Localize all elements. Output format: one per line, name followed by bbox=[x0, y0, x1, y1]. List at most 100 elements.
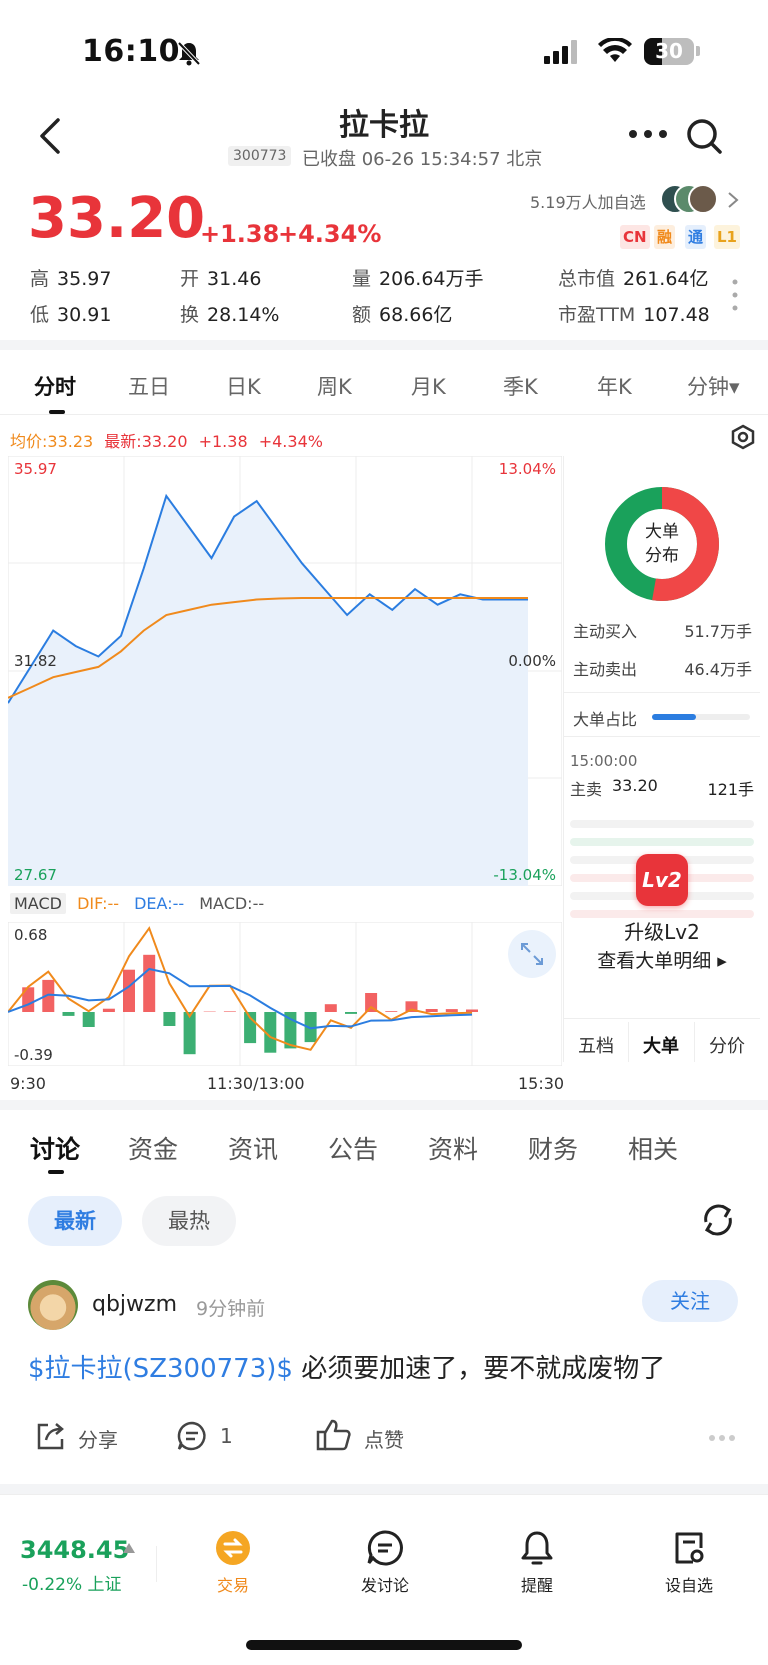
share-label[interactable]: 分享 bbox=[78, 1424, 118, 1453]
stat-pe: 市盈TTM 107.48 bbox=[558, 304, 710, 326]
x-axis-mid: 11:30/13:00 bbox=[207, 1074, 305, 1093]
macd-bar bbox=[102, 1008, 115, 1012]
battery-level: 30 bbox=[655, 39, 683, 63]
price-change: +1.38 bbox=[200, 220, 280, 248]
tab-weekly[interactable]: 周K bbox=[317, 371, 352, 401]
index-value[interactable]: 3448.45 bbox=[20, 1536, 129, 1564]
nav-trade[interactable]: 交易 bbox=[178, 1530, 288, 1596]
macd-bar bbox=[163, 1012, 176, 1026]
fullscreen-button[interactable] bbox=[508, 930, 556, 978]
expand-dots-icon[interactable] bbox=[730, 278, 740, 312]
stock-mention-link[interactable]: $拉卡拉(SZ300773)$ bbox=[28, 1354, 293, 1384]
tab-profile[interactable]: 资料 bbox=[428, 1130, 478, 1166]
macd-chart[interactable] bbox=[8, 922, 562, 1066]
followers-count[interactable]: 5.19万人加自选 bbox=[530, 189, 646, 213]
macd-tag: MACD bbox=[10, 893, 66, 914]
upgrade-title[interactable]: 升级Lv2 bbox=[564, 916, 760, 945]
macd-bar bbox=[445, 1009, 458, 1012]
x-axis-end: 15:30 bbox=[518, 1074, 565, 1093]
comment-count[interactable]: 1 bbox=[220, 1424, 233, 1448]
trade-icon bbox=[216, 1531, 250, 1565]
divider bbox=[564, 1018, 760, 1019]
tab-quarterly[interactable]: 季K bbox=[503, 371, 538, 401]
tag-connect: 通 bbox=[685, 225, 707, 249]
stat-low: 低 30.91 bbox=[30, 304, 112, 326]
follower-avatars[interactable] bbox=[660, 184, 718, 214]
macd-bar bbox=[324, 1004, 337, 1012]
stat-amount: 额 68.66亿 bbox=[352, 304, 453, 326]
tab-financials[interactable]: 财务 bbox=[528, 1130, 578, 1166]
wifi-icon bbox=[598, 38, 632, 62]
index-change[interactable]: -0.22% 上证 bbox=[22, 1570, 122, 1595]
tab-discussion[interactable]: 讨论 bbox=[30, 1130, 80, 1166]
filter-hot[interactable]: 最热 bbox=[142, 1196, 236, 1246]
nav-watchlist[interactable]: 设自选 bbox=[634, 1530, 744, 1596]
refresh-icon[interactable] bbox=[698, 1200, 738, 1240]
tab-price-dist[interactable]: 分价 bbox=[694, 1032, 760, 1058]
nav-alert[interactable]: 提醒 bbox=[482, 1530, 592, 1596]
divider bbox=[0, 414, 768, 415]
macd-dif: DIF:-- bbox=[77, 894, 119, 913]
tab-intraday[interactable]: 分时 bbox=[34, 371, 76, 401]
macd-bar bbox=[123, 969, 135, 1012]
battery-tip bbox=[696, 46, 700, 56]
tab-related[interactable]: 相关 bbox=[628, 1130, 678, 1166]
price-change-pct: +4.34% bbox=[278, 220, 382, 248]
divider bbox=[0, 1484, 768, 1494]
legend-latest: 最新:33.20 bbox=[104, 432, 188, 451]
macd-axis-top: 0.68 bbox=[14, 926, 48, 944]
stat-turnover: 换 28.14% bbox=[180, 304, 280, 326]
tag-margin: 融 bbox=[654, 225, 676, 249]
macd-value: MACD:-- bbox=[199, 894, 265, 913]
share-icon[interactable] bbox=[34, 1420, 66, 1452]
pct-axis-top: 13.04% bbox=[498, 460, 556, 478]
more-icon[interactable] bbox=[628, 128, 668, 140]
divider bbox=[564, 692, 760, 693]
tab-minute[interactable]: 分钟▾ bbox=[687, 371, 740, 401]
tab-yearly[interactable]: 年K bbox=[597, 371, 632, 401]
macd-bar bbox=[466, 1009, 478, 1012]
post-icon bbox=[367, 1530, 403, 1566]
bell-icon bbox=[521, 1531, 553, 1565]
tab-monthly[interactable]: 月K bbox=[411, 371, 446, 401]
legend-change: +1.38 bbox=[198, 432, 248, 451]
macd-bar bbox=[223, 1011, 236, 1012]
search-icon[interactable] bbox=[684, 116, 724, 156]
stat-volume: 量 206.64万手 bbox=[352, 268, 484, 290]
upgrade-link[interactable]: 查看大单明细 ▸ bbox=[564, 946, 760, 973]
divider bbox=[0, 1100, 768, 1110]
tab-5day[interactable]: 五日 bbox=[128, 371, 170, 401]
sell-label: 主动卖出 bbox=[573, 660, 638, 679]
post-content[interactable]: $拉卡拉(SZ300773)$ 必须要加速了，要不就成废物了 bbox=[28, 1348, 665, 1385]
post-username[interactable]: qbjwzm bbox=[92, 1292, 177, 1317]
intraday-chart[interactable] bbox=[8, 456, 562, 886]
home-indicator bbox=[246, 1640, 522, 1650]
buy-value: 51.7万手 bbox=[684, 622, 752, 641]
follower-avatar bbox=[688, 184, 718, 214]
tab-daily[interactable]: 日K bbox=[226, 371, 261, 401]
tab-news[interactable]: 资讯 bbox=[228, 1130, 278, 1166]
thumbs-up-icon[interactable] bbox=[316, 1418, 352, 1452]
filter-latest[interactable]: 最新 bbox=[28, 1196, 122, 1246]
stat-high: 高 35.97 bbox=[30, 268, 112, 290]
y-axis-bottom: 27.67 bbox=[14, 866, 57, 884]
avatar[interactable] bbox=[28, 1280, 78, 1330]
comment-icon[interactable] bbox=[176, 1420, 208, 1452]
post-more-icon[interactable] bbox=[708, 1434, 736, 1442]
tab-announcements[interactable]: 公告 bbox=[328, 1130, 378, 1166]
lv2-badge[interactable]: Lv2 bbox=[636, 854, 688, 906]
chevron-right-icon[interactable] bbox=[726, 190, 740, 210]
stat-open: 开 31.46 bbox=[180, 268, 262, 290]
trade-side: 主卖 bbox=[570, 780, 603, 799]
follow-button[interactable]: 关注 bbox=[642, 1280, 738, 1322]
tab-order-book[interactable]: 五档 bbox=[564, 1032, 628, 1058]
chart-legend: 均价:33.23 最新:33.20 +1.38 +4.34% bbox=[10, 428, 323, 452]
tab-big-orders[interactable]: 大单 bbox=[628, 1032, 694, 1058]
settings-icon[interactable] bbox=[730, 424, 756, 450]
post-time: 9分钟前 bbox=[196, 1298, 266, 1320]
battery-icon: 30 bbox=[644, 38, 694, 65]
nav-post[interactable]: 发讨论 bbox=[330, 1530, 440, 1596]
like-label[interactable]: 点赞 bbox=[364, 1424, 404, 1453]
divider bbox=[0, 1494, 768, 1495]
tab-capital[interactable]: 资金 bbox=[128, 1130, 178, 1166]
